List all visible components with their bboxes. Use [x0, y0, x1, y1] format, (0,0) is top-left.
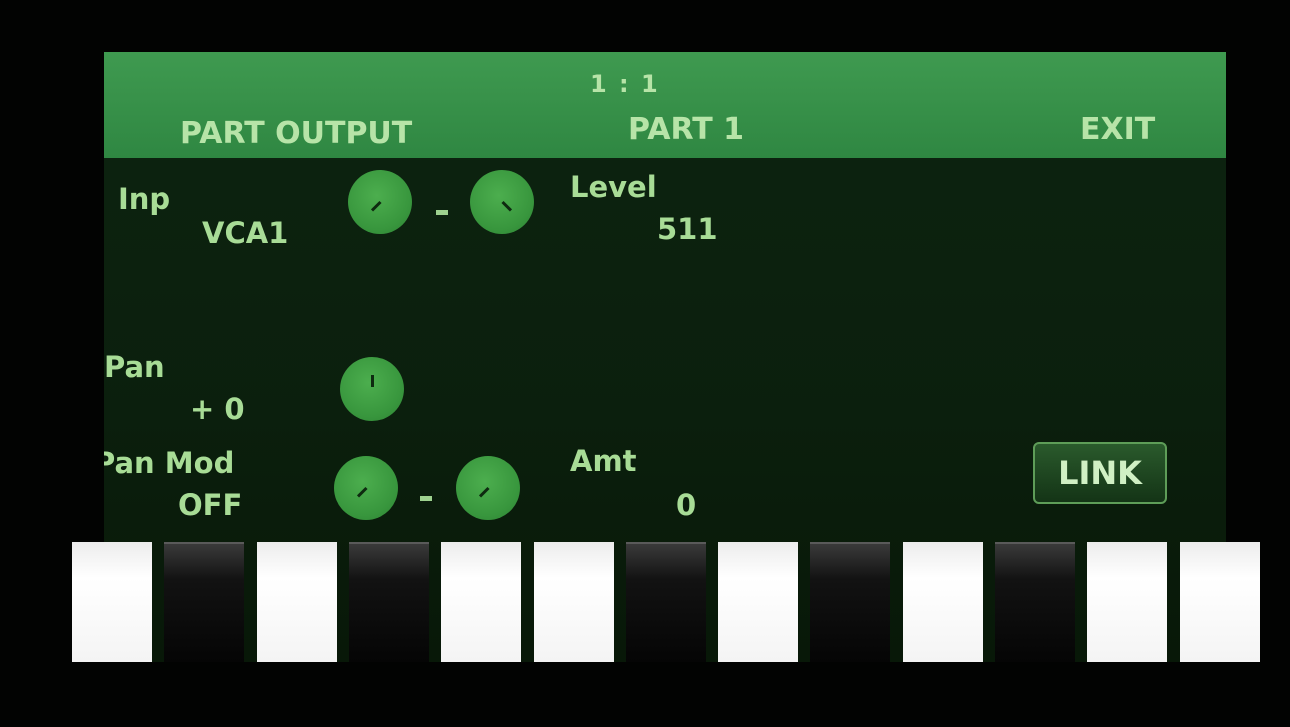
- amt-knob[interactable]: [456, 456, 520, 520]
- inp-value: VCA1: [202, 216, 289, 250]
- keyboard-key-7[interactable]: [626, 542, 706, 662]
- keyboard-key-9[interactable]: [810, 542, 890, 662]
- panmod-source-knob[interactable]: [334, 456, 398, 520]
- keyboard-key-2[interactable]: [164, 542, 244, 662]
- keyboard-key-12[interactable]: [1087, 542, 1167, 662]
- link-button[interactable]: LINK: [1033, 442, 1167, 504]
- page-title: PART OUTPUT: [180, 116, 413, 151]
- level-knob[interactable]: [470, 170, 534, 234]
- keyboard-key-6[interactable]: [534, 542, 614, 662]
- amt-value: 0: [676, 488, 697, 522]
- keyboard-key-11[interactable]: [995, 542, 1075, 662]
- inp-label: Inp: [118, 182, 171, 216]
- amt-label: Amt: [570, 444, 637, 478]
- pan-value: + 0: [190, 392, 245, 426]
- pan-label: Pan: [104, 350, 165, 384]
- dash-separator-2: [420, 496, 432, 501]
- keyboard-key-5[interactable]: [441, 542, 521, 662]
- panmod-label: Pan Mod: [104, 446, 235, 480]
- keyboard-key-10[interactable]: [903, 542, 983, 662]
- keyboard-key-3[interactable]: [257, 542, 337, 662]
- keyboard-key-4[interactable]: [349, 542, 429, 662]
- position-indicator: 1 : 1: [590, 70, 660, 98]
- inp-knob[interactable]: [348, 170, 412, 234]
- level-label: Level: [570, 170, 657, 204]
- exit-button[interactable]: EXIT: [1080, 112, 1155, 147]
- part-selector[interactable]: PART 1: [628, 112, 744, 147]
- keyboard-key-8[interactable]: [718, 542, 798, 662]
- panmod-value: OFF: [178, 488, 243, 522]
- header-bar: 1 : 1 PART OUTPUT PART 1 EXIT: [104, 52, 1226, 158]
- pan-knob[interactable]: [340, 357, 404, 421]
- keyboard-key-1[interactable]: [72, 542, 152, 662]
- keyboard-key-13[interactable]: [1180, 542, 1260, 662]
- dash-separator: [436, 210, 448, 215]
- level-value: 511: [657, 212, 718, 246]
